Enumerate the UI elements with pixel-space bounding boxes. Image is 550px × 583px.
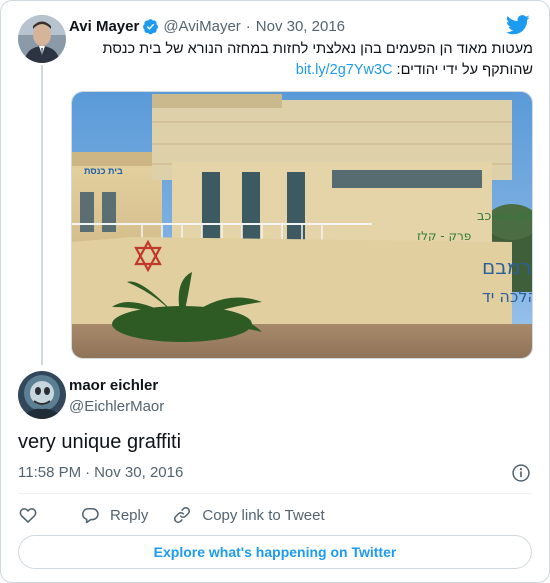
graffiti-line-3: רמבם	[482, 255, 532, 279]
like-button[interactable]	[18, 505, 38, 525]
link-icon	[174, 507, 191, 523]
info-icon[interactable]	[511, 463, 531, 483]
quoted-tweet-text: מעטות מאוד הן הפעמים בהן נאלצתי לחזות במ…	[69, 39, 533, 81]
timestamp-separator: ·	[85, 464, 91, 481]
reply-label: Reply	[110, 506, 149, 524]
copy-link-label: Copy link to Tweet	[202, 506, 325, 524]
thread-line	[41, 65, 43, 365]
twitter-bird-icon[interactable]	[506, 15, 530, 35]
explore-label: Explore what's happening on Twitter	[153, 544, 397, 560]
quoted-tweet-date[interactable]: Nov 30, 2016	[256, 18, 345, 35]
synagogue-graffiti-photo: בית כנסת תהילים פסוק-נא-כב פרק - קלז	[72, 92, 533, 358]
tweet-photo[interactable]: בית כנסת תהילים פסוק-נא-כב פרק - קלז	[71, 91, 533, 359]
reply-author-name[interactable]: maor eichler	[69, 377, 158, 394]
divider	[18, 493, 532, 494]
copy-link-button[interactable]: Copy link to Tweet	[172, 505, 325, 525]
graffiti-line-4: הלכות-תשובה פרק ג - הלכה יד	[482, 287, 533, 306]
heart-icon	[19, 508, 37, 523]
verified-badge-icon	[143, 18, 159, 34]
quoted-author-handle[interactable]: @AviMayer	[163, 18, 240, 35]
sign-text: בית כנסת	[84, 166, 123, 176]
maor-eichler-avatar[interactable]	[18, 371, 66, 419]
tweet-time: 11:58 PM	[18, 464, 82, 481]
reply-bubble-icon	[81, 507, 99, 524]
quoted-author-name[interactable]: Avi Mayer	[69, 18, 139, 35]
tweet-timestamp[interactable]: 11:58 PM · Nov 30, 2016	[18, 464, 183, 481]
tweet-date: Nov 30, 2016	[94, 464, 184, 481]
quoted-tweet-link[interactable]: bit.ly/2g7Yw3C	[296, 62, 393, 78]
tweet-actions: Reply Copy link to Tweet	[18, 503, 349, 527]
header-separator: ·	[245, 17, 251, 35]
tweet-embed-card: Avi Mayer @AviMayer · Nov 30, 2016 מעטות…	[0, 0, 550, 583]
reply-button[interactable]: Reply	[80, 505, 148, 525]
quoted-tweet-header: Avi Mayer @AviMayer · Nov 30, 2016	[69, 15, 345, 37]
avi-mayer-avatar[interactable]	[18, 15, 66, 63]
reply-tweet-text: very unique graffiti	[18, 431, 182, 453]
reply-author-handle[interactable]: @EichlerMaor	[69, 398, 164, 415]
graffiti-line-1: תהילים פסוק-נא-כב	[477, 209, 533, 224]
explore-twitter-button[interactable]: Explore what's happening on Twitter	[18, 535, 532, 569]
